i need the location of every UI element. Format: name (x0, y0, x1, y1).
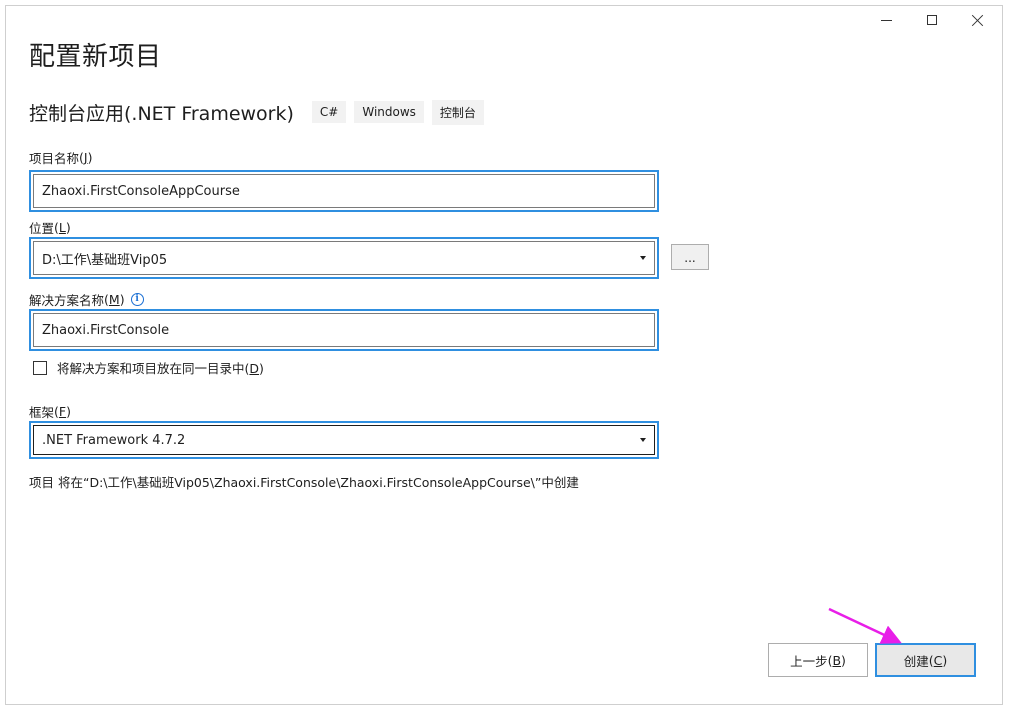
same-directory-option[interactable]: 将解决方案和项目放在同一目录中(D) (33, 358, 264, 377)
project-name-label: 项目名称(J) (29, 150, 93, 166)
project-type-row: 控制台应用(.NET Framework) C# Windows 控制台 (29, 97, 484, 127)
location-field-focus: D:\工作\基础班Vip05 (29, 237, 659, 279)
minimize-icon (880, 19, 892, 21)
location-select[interactable]: D:\工作\基础班Vip05 (33, 241, 655, 275)
framework-label: 框架(F) (29, 404, 71, 420)
info-icon[interactable]: i (130, 293, 144, 306)
project-type-name: 控制台应用(.NET Framework) (29, 102, 294, 125)
chevron-down-icon (640, 438, 646, 442)
framework-value: .NET Framework 4.7.2 (42, 432, 186, 448)
back-button[interactable]: 上一步(B) (768, 643, 868, 677)
project-name-field-focus: Zhaoxi.FirstConsoleAppCourse (29, 170, 659, 212)
close-icon (971, 14, 984, 27)
tag-language: C# (311, 101, 347, 123)
page-title: 配置新项目 (29, 42, 162, 72)
solution-name-input[interactable]: Zhaoxi.FirstConsole (33, 313, 655, 347)
minimize-button[interactable] (871, 8, 901, 32)
chevron-down-icon (640, 256, 646, 260)
framework-field-focus: .NET Framework 4.7.2 (29, 421, 659, 459)
maximize-button[interactable] (917, 8, 947, 32)
solution-name-field-focus: Zhaoxi.FirstConsole (29, 309, 659, 351)
browse-button[interactable]: ... (671, 244, 709, 270)
project-path-info: 项目 将在“D:\工作\基础班Vip05\Zhaoxi.FirstConsole… (29, 475, 579, 490)
project-name-input[interactable]: Zhaoxi.FirstConsoleAppCourse (33, 174, 655, 208)
same-directory-label: 将解决方案和项目放在同一目录中(D) (57, 361, 264, 376)
solution-name-label: 解决方案名称(M) i (29, 290, 144, 309)
tag-project-type: 控制台 (431, 99, 484, 125)
close-button[interactable] (962, 8, 992, 32)
same-directory-checkbox[interactable] (33, 360, 47, 375)
tag-platform: Windows (354, 101, 424, 123)
maximize-icon (927, 15, 937, 25)
location-label: 位置(L) (29, 220, 71, 236)
location-value: D:\工作\基础班Vip05 (42, 252, 168, 268)
framework-select[interactable]: .NET Framework 4.7.2 (33, 425, 655, 455)
create-button[interactable]: 创建(C) (875, 643, 976, 677)
